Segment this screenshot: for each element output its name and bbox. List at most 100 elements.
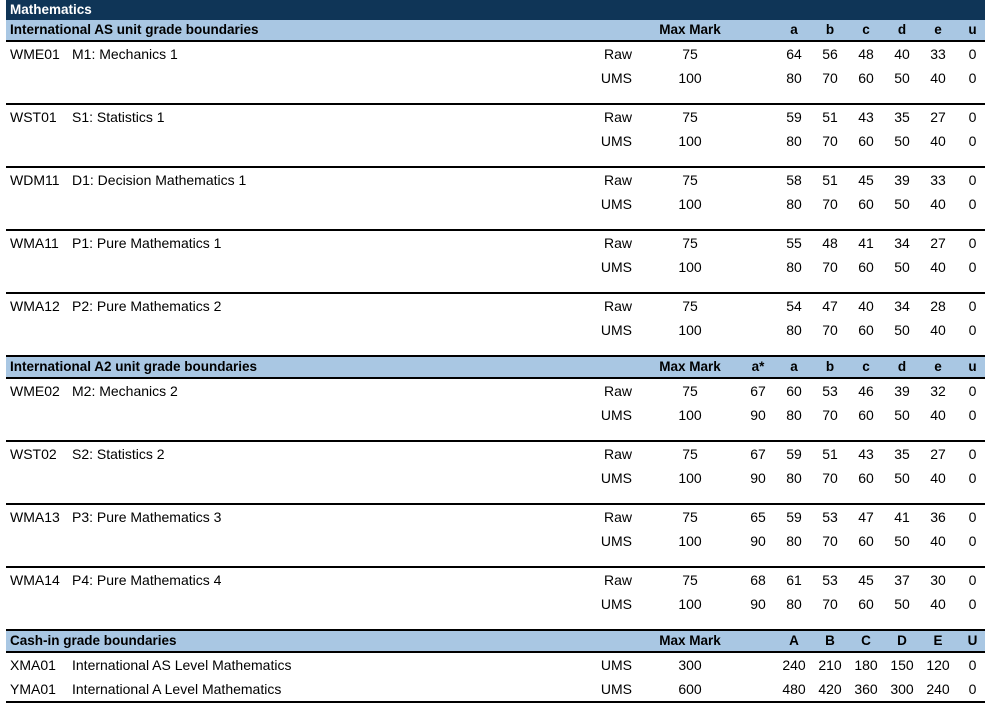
- mark-type: Raw: [578, 441, 640, 466]
- grade-value-astar: 67: [740, 378, 776, 403]
- grade-value-c: 60: [848, 255, 884, 279]
- grade-value-b: 53: [812, 378, 848, 403]
- grade-value-d: 50: [884, 403, 920, 427]
- grade-value-e: 27: [920, 230, 956, 255]
- unit-name-continuation: [72, 255, 578, 279]
- grade-value-b: 56: [812, 41, 848, 66]
- unit-code-continuation: [6, 318, 72, 342]
- table-row: UMS 100 80 70 60 50 40 0: [6, 66, 985, 90]
- grade-header-U: U: [956, 630, 985, 653]
- grade-pad: [740, 293, 776, 318]
- grade-value-d: 37: [884, 567, 920, 592]
- unit-code-continuation: [6, 466, 72, 490]
- unit-name-continuation: [72, 66, 578, 90]
- grade-pad: [740, 677, 776, 703]
- grade-value-C: 360: [848, 677, 884, 703]
- grade-value-u: 0: [956, 192, 985, 216]
- unit-code: WMA12: [6, 293, 72, 318]
- max-mark-value: 75: [640, 441, 740, 466]
- mark-type: Raw: [578, 567, 640, 592]
- unit-code-continuation: [6, 129, 72, 153]
- block-separator: [6, 490, 985, 505]
- grade-value-a: 59: [776, 104, 812, 129]
- grade-value-u: 0: [956, 318, 985, 342]
- grade-value-d: 34: [884, 293, 920, 318]
- grade-value-e: 40: [920, 192, 956, 216]
- table-row: WDM11 D1: Decision Mathematics 1 Raw 75 58 51…: [6, 167, 985, 192]
- grade-header-b: b: [812, 356, 848, 379]
- unit-code: WST02: [6, 441, 72, 466]
- max-mark-value: 75: [640, 230, 740, 255]
- grade-value-E: 120: [920, 652, 956, 677]
- grade-value-b: 70: [812, 192, 848, 216]
- grade-header-A: A: [776, 630, 812, 653]
- max-mark-header: Max Mark: [640, 20, 740, 42]
- mark-type: UMS: [578, 466, 640, 490]
- block-separator-cell: [6, 342, 985, 357]
- grade-pad: [740, 167, 776, 192]
- grade-value-d: 39: [884, 167, 920, 192]
- table-row: UMS 100 80 70 60 50 40 0: [6, 318, 985, 342]
- unit-name: P4: Pure Mathematics 4: [72, 567, 578, 592]
- section-spacer-type: [578, 630, 640, 653]
- grade-header-astar: a*: [740, 356, 776, 379]
- grade-value-A: 480: [776, 677, 812, 703]
- grade-value-e: 33: [920, 167, 956, 192]
- grade-header-d: d: [884, 20, 920, 42]
- unit-name: P1: Pure Mathematics 1: [72, 230, 578, 255]
- grade-pad: [740, 255, 776, 279]
- mark-type: Raw: [578, 41, 640, 66]
- grade-header-d: d: [884, 356, 920, 379]
- grade-value-e: 40: [920, 129, 956, 153]
- grade-header-a: a: [776, 20, 812, 42]
- block-separator: [6, 216, 985, 231]
- grade-boundaries-table: Mathematics International AS unit grade b…: [6, 0, 985, 703]
- table-row: UMS 100 90 80 70 60 50 40 0: [6, 529, 985, 553]
- section-heading: International AS unit grade boundaries: [6, 20, 578, 42]
- mark-type: Raw: [578, 104, 640, 129]
- grade-value-u: 0: [956, 567, 985, 592]
- grade-value-d: 50: [884, 318, 920, 342]
- section-spacer-type: [578, 356, 640, 379]
- mark-type: Raw: [578, 378, 640, 403]
- unit-code-continuation: [6, 66, 72, 90]
- grade-value-d: 50: [884, 466, 920, 490]
- mark-type: UMS: [578, 318, 640, 342]
- max-mark-value: 75: [640, 293, 740, 318]
- grade-value-e: 40: [920, 529, 956, 553]
- grade-value-u: 0: [956, 403, 985, 427]
- unit-name-continuation: [72, 129, 578, 153]
- grade-value-c: 45: [848, 567, 884, 592]
- unit-name-continuation: [72, 592, 578, 616]
- unit-code-continuation: [6, 192, 72, 216]
- grade-value-c: 60: [848, 129, 884, 153]
- grade-value-B: 210: [812, 652, 848, 677]
- unit-code: WME02: [6, 378, 72, 403]
- block-separator-cell: [6, 153, 985, 168]
- block-separator: [6, 153, 985, 168]
- grade-value-astar: 90: [740, 466, 776, 490]
- max-mark-value: 100: [640, 255, 740, 279]
- grade-value-a: 55: [776, 230, 812, 255]
- unit-name: D1: Decision Mathematics 1: [72, 167, 578, 192]
- unit-code: WME01: [6, 41, 72, 66]
- grade-value-b: 70: [812, 318, 848, 342]
- grade-value-u: 0: [956, 529, 985, 553]
- grade-pad: [740, 318, 776, 342]
- max-mark-value: 100: [640, 129, 740, 153]
- block-separator-cell: [6, 216, 985, 231]
- grade-value-c: 48: [848, 41, 884, 66]
- block-separator-cell: [6, 490, 985, 505]
- grade-value-d: 35: [884, 441, 920, 466]
- grade-value-u: 0: [956, 255, 985, 279]
- unit-name: M2: Mechanics 2: [72, 378, 578, 403]
- max-mark-value: 100: [640, 192, 740, 216]
- max-mark-header: Max Mark: [640, 356, 740, 379]
- mark-type: Raw: [578, 504, 640, 529]
- grade-value-astar: 68: [740, 567, 776, 592]
- max-mark-value: 75: [640, 41, 740, 66]
- unit-code: WMA14: [6, 567, 72, 592]
- unit-code: XMA01: [6, 652, 72, 677]
- grade-value-e: 40: [920, 318, 956, 342]
- mark-type: UMS: [578, 403, 640, 427]
